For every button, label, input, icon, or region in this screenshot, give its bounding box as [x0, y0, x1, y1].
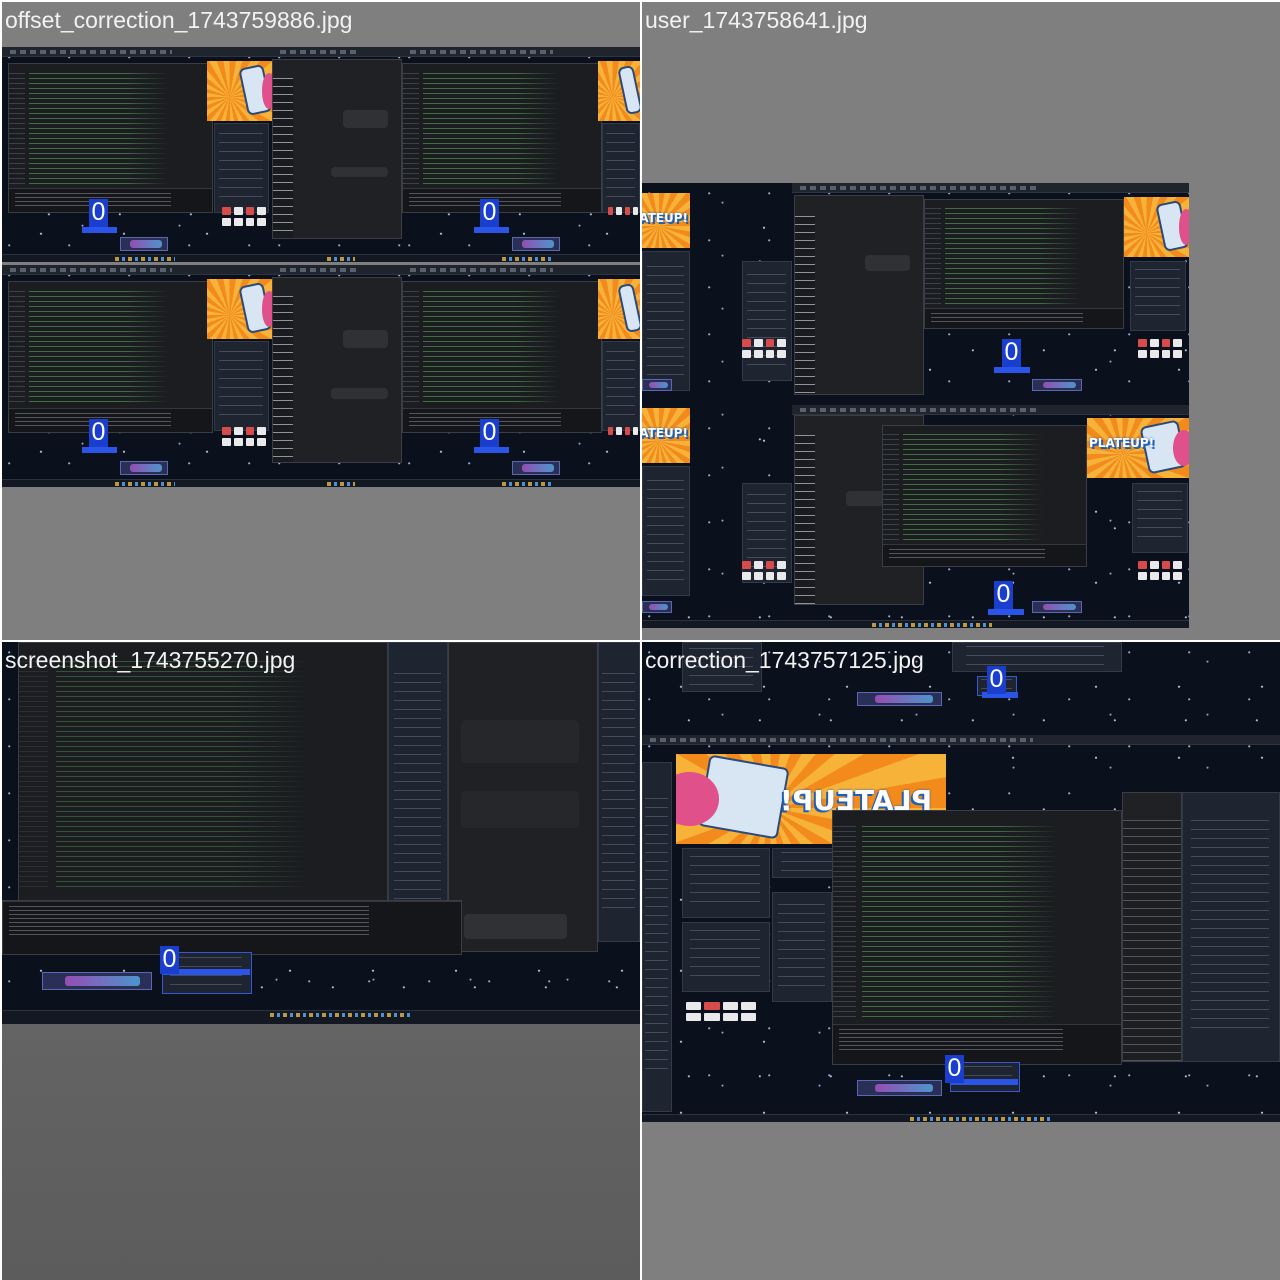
tile-filename: correction_1743757125.jpg: [645, 647, 924, 673]
count-badge: 0: [160, 946, 179, 974]
count-badge: 0: [89, 199, 108, 227]
game-logo: PLATEUP!: [642, 426, 688, 440]
screenshot-thumbnail: [402, 265, 640, 487]
tile-filename: user_1743758641.jpg: [645, 7, 868, 33]
badge-marker: [988, 609, 1024, 615]
screenshot-thumbnail: [402, 47, 640, 262]
screenshot-thumbnail: [2, 265, 272, 487]
screenshot-thumbnail: PLATEUP! PLATEUP! PLATEUP!: [642, 183, 1189, 628]
badge-marker: [82, 227, 117, 233]
screenshot-thumbnail: [272, 265, 402, 487]
screenshot-thumbnail: [2, 47, 272, 262]
badge-marker: [474, 447, 509, 453]
count-badge: 0: [945, 1055, 964, 1083]
count-badge: 0: [1002, 339, 1021, 367]
count-badge: 0: [480, 419, 499, 447]
tile-filename: offset_correction_1743759886.jpg: [5, 7, 353, 33]
screenshot-thumbnail: [272, 47, 402, 262]
badge-marker: [994, 367, 1030, 373]
badge-marker: [82, 447, 117, 453]
count-badge: 0: [480, 199, 499, 227]
count-badge: 0: [994, 581, 1013, 609]
count-badge: 0: [89, 419, 108, 447]
badge-marker: [474, 227, 509, 233]
tile-user: user_1743758641.jpg PLATEUP! PLATEUP! PL…: [642, 2, 1280, 640]
screenshot-thumbnail: PLATEUP!: [642, 642, 1280, 1122]
game-logo: PLATEUP!: [642, 211, 688, 225]
tile-screenshot: screenshot_1743755270.jpg 0: [2, 642, 640, 1280]
tile-correction: correction_1743757125.jpg PLATEUP! 0 0: [642, 642, 1280, 1280]
tile-filename: screenshot_1743755270.jpg: [5, 647, 296, 673]
count-badge: 0: [987, 666, 1006, 694]
tile-offset-correction: offset_correction_1743759886.jpg 0 0 0 0: [2, 2, 640, 640]
game-logo: PLATEUP!: [1089, 436, 1155, 450]
screenshot-thumbnail: [2, 642, 640, 1024]
